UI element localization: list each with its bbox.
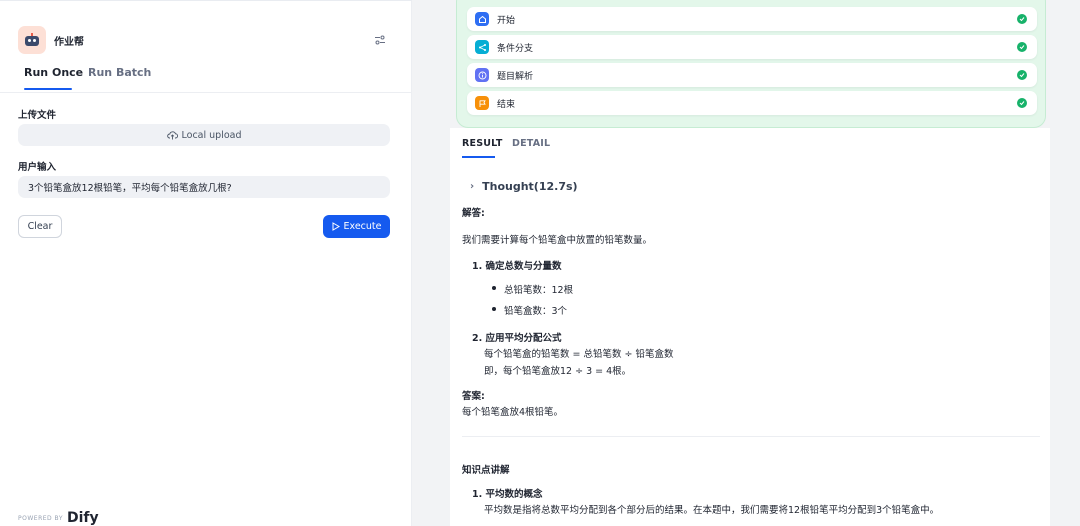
info-icon (475, 68, 489, 82)
execute-label: Execute (343, 221, 382, 232)
success-check-icon (1017, 14, 1027, 24)
divider (0, 92, 411, 93)
answer-label: 答案: (462, 391, 485, 402)
node-label: 结束 (497, 100, 516, 110)
chevron-right-icon: › (470, 181, 475, 192)
workflow-node-start[interactable]: 开始 (467, 7, 1037, 31)
robot-icon (23, 33, 41, 47)
tab-result[interactable]: RESULT (462, 138, 503, 149)
answer-text: 每个铅笔盒放4根铅笔。 (462, 407, 564, 418)
home-icon (475, 12, 489, 26)
step2-line-1: 每个铅笔盒的铅笔数 = 总铅笔数 ÷ 铅笔盒数 (484, 349, 674, 360)
knowledge-heading: 知识点讲解 (462, 465, 510, 476)
tab-detail[interactable]: DETAIL (512, 138, 550, 149)
app-header: 作业帮 (18, 26, 392, 54)
success-check-icon (1017, 98, 1027, 108)
step2-line-2: 即，每个铅笔盒放12 ÷ 3 = 4根。 (484, 366, 632, 377)
play-icon (332, 222, 340, 231)
node-label: 题目解析 (497, 72, 534, 82)
cloud-upload-icon (166, 131, 178, 140)
success-check-icon (1017, 70, 1027, 80)
bullet (492, 286, 496, 290)
workflow-trace: 开始 条件分支 题目解析 结束 (456, 0, 1046, 128)
upload-button-label: Local upload (181, 129, 242, 141)
tab-run-batch[interactable]: Run Batch (88, 66, 151, 79)
step1-bullet-2: 铅笔盒数：3个 (504, 306, 568, 317)
dify-logo: Dify (67, 510, 99, 526)
node-label: 开始 (497, 16, 516, 26)
answer-heading: 解答: (462, 208, 485, 219)
active-tab-indicator (24, 88, 72, 90)
knowledge-1-text: 平均数是指将总数平均分配到各个部分后的结果。在本题中，我们需要将12根铅笔平均分… (484, 505, 940, 516)
success-check-icon (1017, 42, 1027, 52)
branch-icon (475, 40, 489, 54)
result-panel: RESULT DETAIL › Thought(12.7s) 解答: 我们需要计… (450, 128, 1050, 526)
bullet (492, 307, 496, 311)
flag-icon (475, 96, 489, 110)
node-label: 条件分支 (497, 44, 534, 54)
execute-button[interactable]: Execute (323, 215, 390, 238)
clear-button[interactable]: Clear (18, 215, 62, 238)
step1-title: 1. 确定总数与分量数 (472, 261, 562, 272)
app-name: 作业帮 (54, 37, 84, 48)
intro-text: 我们需要计算每个铅笔盒中放置的铅笔数量。 (462, 235, 653, 246)
workflow-node-branch[interactable]: 条件分支 (467, 35, 1037, 59)
output-panel: 开始 条件分支 题目解析 结束 RESULT DETAIL › Thought(… (412, 0, 1080, 526)
local-upload-button[interactable]: Local upload (18, 124, 390, 146)
user-input-field[interactable]: 3个铅笔盒放12根铅笔，平均每个铅笔盒放几根? (18, 176, 390, 198)
active-tab-indicator (462, 156, 495, 158)
thought-label: Thought(12.7s) (482, 180, 578, 193)
powered-by-label: POWERED BY (18, 515, 64, 522)
tab-run-once[interactable]: Run Once (24, 66, 83, 79)
user-input-label: 用户输入 (18, 162, 57, 173)
divider (0, 0, 412, 1)
settings-sliders-icon[interactable] (374, 34, 386, 46)
divider (462, 436, 1040, 437)
upload-label: 上传文件 (18, 110, 57, 121)
step2-title: 2. 应用平均分配公式 (472, 333, 562, 344)
knowledge-1-title: 1. 平均数的概念 (472, 489, 543, 500)
app-avatar (18, 26, 46, 54)
workflow-node-question-parse[interactable]: 题目解析 (467, 63, 1037, 87)
step1-bullet-1: 总铅笔数：12根 (504, 285, 574, 296)
workflow-node-end[interactable]: 结束 (467, 91, 1037, 115)
run-panel: 作业帮 Run Once Run Batch 上传文件 Local upload… (0, 0, 412, 526)
thought-toggle[interactable]: › Thought(12.7s) (470, 180, 578, 193)
